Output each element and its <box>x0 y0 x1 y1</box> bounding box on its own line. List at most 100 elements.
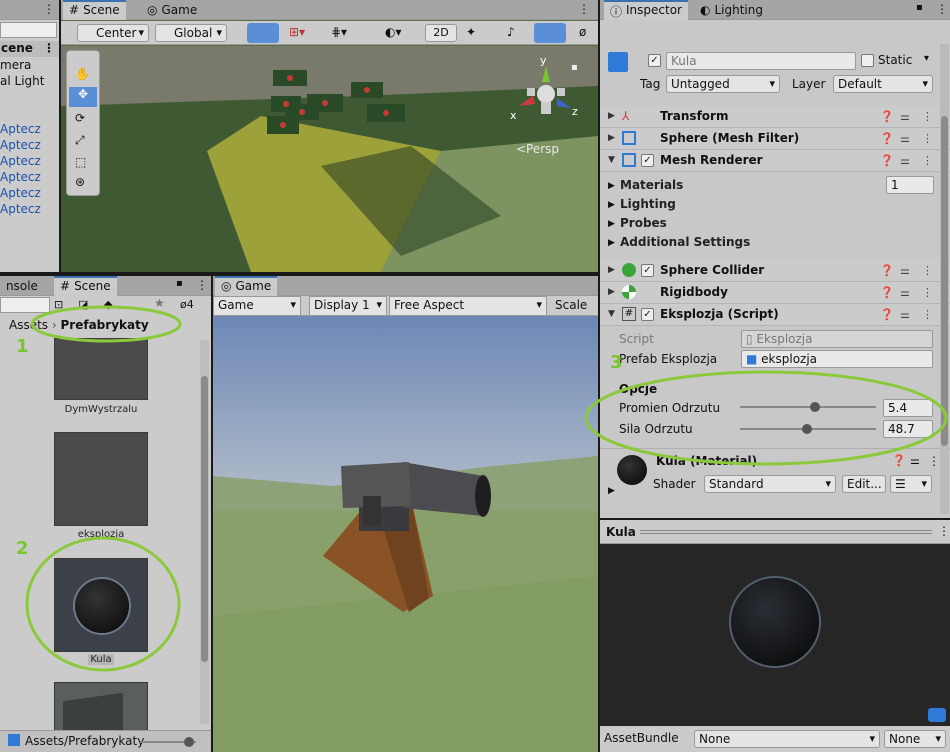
transform-tool-icon[interactable]: ⊛ <box>75 175 85 189</box>
shader-dropdown[interactable]: Standard <box>704 475 836 493</box>
breadcrumb-current[interactable]: Prefabrykaty <box>61 318 149 332</box>
static-checkbox[interactable] <box>861 54 874 67</box>
hierarchy-item[interactable]: Aptecz <box>0 154 41 168</box>
lighting-toggle-icon[interactable]: ✦ <box>466 25 476 39</box>
tab-lighting[interactable]: ◐ Lighting <box>694 0 769 20</box>
layer-dropdown[interactable]: Default <box>833 75 933 93</box>
tab-game[interactable]: ◎ Game <box>141 0 203 20</box>
asset-label-tag-icon[interactable] <box>928 708 946 722</box>
radius-value-field[interactable]: 5.4 <box>883 399 933 417</box>
force-slider-knob[interactable] <box>801 424 812 434</box>
rect-tool-icon[interactable]: ⬚ <box>75 155 86 169</box>
asset-label-selected[interactable]: Kula <box>88 654 114 665</box>
hierarchy-item[interactable]: mera <box>0 58 31 72</box>
grid-snap-button[interactable] <box>247 23 279 43</box>
aspect-dropdown[interactable]: Free Aspect <box>389 296 547 316</box>
expand-icon[interactable]: ▶ <box>608 486 615 496</box>
component-mesh-renderer[interactable]: ▼ ✓ Mesh Renderer ❓ ⚌ ⋮ <box>600 150 950 172</box>
scale-tool-icon[interactable]: ⤢ <box>75 133 85 148</box>
tab-scene[interactable]: # Scene <box>63 0 126 20</box>
lock-icon[interactable]: ▪ <box>916 2 923 13</box>
lock-icon[interactable]: ▪ <box>176 278 183 289</box>
component-transform[interactable]: ▶ ⅄ Transform ❓ ⚌ ⋮ <box>600 106 950 128</box>
sphere-collider-checkbox[interactable]: ✓ <box>641 264 654 277</box>
help-icon[interactable]: ❓ <box>880 132 894 145</box>
component-mesh-filter[interactable]: ▶ Sphere (Mesh Filter) ❓ ⚌ ⋮ <box>600 128 950 150</box>
pivot-dropdown[interactable]: Center <box>77 24 149 42</box>
active-checkbox[interactable]: ✓ <box>648 54 661 67</box>
mode-2d-button[interactable]: 2D <box>425 24 457 42</box>
tab-game-view[interactable]: ◎ Game <box>215 276 278 296</box>
help-icon[interactable]: ❓ <box>880 154 894 167</box>
shader-options-dropdown[interactable]: ☰ <box>890 475 932 493</box>
mesh-renderer-checkbox[interactable]: ✓ <box>641 154 654 167</box>
display-dropdown[interactable]: Display 1 <box>309 296 387 316</box>
object-name-field[interactable]: Kula <box>666 52 856 70</box>
visibility-icon[interactable]: ø <box>579 25 586 39</box>
chevron-down-icon[interactable]: ▾ <box>924 53 929 64</box>
more-icon[interactable]: ⋮ <box>43 2 55 16</box>
more-icon[interactable]: ⋮ <box>936 2 948 16</box>
presets-icon[interactable]: ⚌ <box>910 454 920 467</box>
hierarchy-scene-row[interactable]: cene ⋮ <box>0 41 59 57</box>
hierarchy-item[interactable]: Aptecz <box>0 138 41 152</box>
component-rigidbody[interactable]: ▶ Rigidbody ❓ ⚌ ⋮ <box>600 282 950 304</box>
force-value-field[interactable]: 48.7 <box>883 420 933 438</box>
inspector-scrollbar[interactable] <box>940 44 949 514</box>
assetbundle-dropdown[interactable]: None <box>694 730 880 748</box>
rotate-tool-icon[interactable]: ⟳ <box>75 111 85 125</box>
presets-icon[interactable]: ⚌ <box>900 132 910 145</box>
presets-icon[interactable]: ⚌ <box>900 308 910 321</box>
expand-icon[interactable]: ▶ <box>608 238 615 248</box>
draw-mode-button[interactable]: ◐▾ <box>385 25 415 41</box>
material-sphere-icon[interactable] <box>617 455 647 485</box>
component-sphere-collider[interactable]: ▶ ✓ Sphere Collider ❓ ⚌ ⋮ <box>600 260 950 282</box>
space-dropdown[interactable]: Global <box>155 24 227 42</box>
presets-icon[interactable]: ⚌ <box>900 286 910 299</box>
asset-thumbnail-kula[interactable] <box>54 558 148 652</box>
hierarchy-item[interactable]: al Light <box>0 74 44 88</box>
lighting-section[interactable]: Lighting <box>620 197 676 211</box>
help-icon[interactable]: ❓ <box>880 308 894 321</box>
more-icon[interactable]: ⋮ <box>196 278 208 292</box>
radius-slider-knob[interactable] <box>809 402 820 412</box>
asset-label[interactable]: eksplozja <box>40 529 162 540</box>
tag-dropdown[interactable]: Untagged <box>666 75 780 93</box>
hierarchy-search[interactable] <box>0 22 57 38</box>
lock-icon[interactable]: ▪ <box>571 62 578 73</box>
additional-settings-section[interactable]: Additional Settings <box>620 235 750 249</box>
asset-label[interactable]: DymWystrzalu <box>40 404 162 415</box>
move-tool-icon[interactable]: ✥ <box>69 87 97 107</box>
preview-drag-handle[interactable] <box>640 530 932 534</box>
label-icon[interactable]: ◆ <box>104 298 112 311</box>
grid-visibility-button[interactable]: ⋕▾ <box>331 25 361 41</box>
edit-shader-button[interactable]: Edit... <box>842 475 886 493</box>
more-icon[interactable]: ⋮ <box>922 154 933 167</box>
tab-console[interactable]: nsole <box>0 276 44 296</box>
probes-section[interactable]: Probes <box>620 216 667 230</box>
presets-icon[interactable]: ⚌ <box>900 154 910 167</box>
search-options-icon[interactable]: ⊡ <box>54 298 63 311</box>
script-checkbox[interactable]: ✓ <box>641 308 654 321</box>
snap-increment-button[interactable]: ⊞▾ <box>289 25 319 41</box>
force-slider[interactable] <box>740 424 876 434</box>
thumbnail-size-slider[interactable] <box>140 737 196 747</box>
prefab-cube-icon[interactable] <box>608 52 628 72</box>
more-icon[interactable]: ⋮ <box>922 308 933 321</box>
help-icon[interactable]: ❓ <box>880 110 894 123</box>
tab-inspector[interactable]: ⓘ Inspector <box>604 0 688 20</box>
expand-icon[interactable]: ▶ <box>608 181 615 191</box>
favorite-icon[interactable]: ★ <box>154 296 165 310</box>
materials-count-field[interactable]: 1 <box>886 176 934 194</box>
more-icon[interactable]: ⋮ <box>938 524 950 538</box>
presets-icon[interactable]: ⚌ <box>900 264 910 277</box>
more-icon[interactable]: ⋮ <box>922 286 933 299</box>
scale-label[interactable]: Scale <box>555 298 587 312</box>
more-icon[interactable]: ⋮ <box>928 454 940 468</box>
more-icon[interactable]: ⋮ <box>922 264 933 277</box>
hierarchy-item[interactable]: Aptecz <box>0 186 41 200</box>
prefab-object-field[interactable]: ■ eksplozja <box>741 350 933 368</box>
more-icon[interactable]: ⋮ <box>922 110 933 123</box>
presets-icon[interactable]: ⚌ <box>900 110 910 123</box>
hierarchy-item[interactable]: Aptecz <box>0 170 41 184</box>
